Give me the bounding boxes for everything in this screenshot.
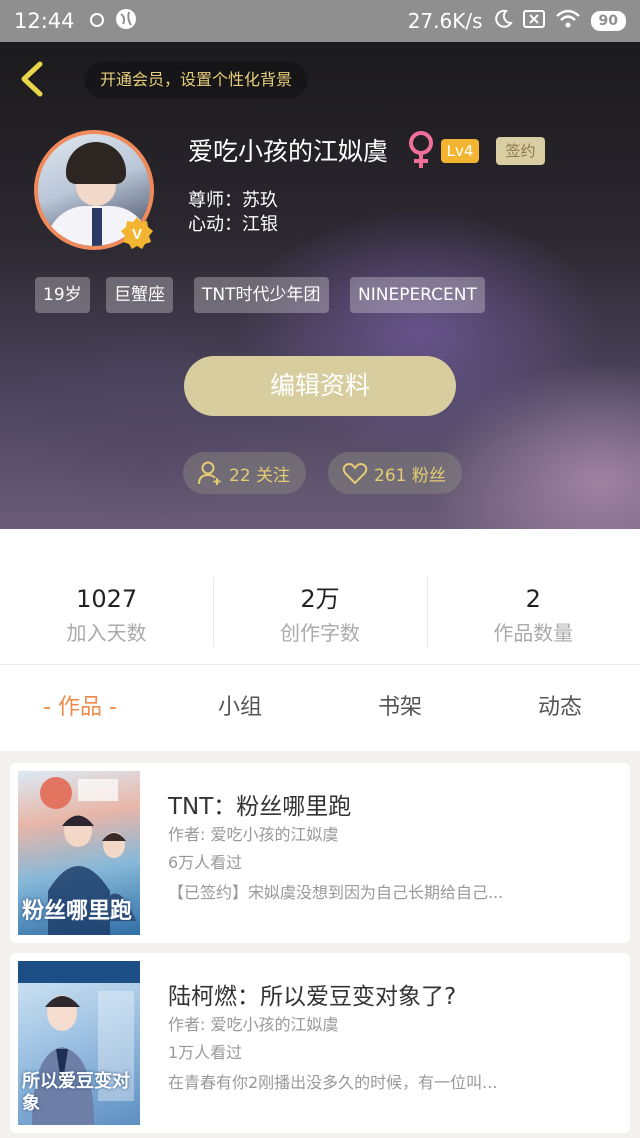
chevron-left-icon	[21, 61, 43, 97]
stats-row: 1027 加入天数 2万 创作字数 2 作品数量	[0, 529, 640, 665]
tag-group: TNT时代少年团	[194, 277, 329, 313]
stat-label: 加入天数	[66, 621, 147, 645]
stat-value: 2万	[300, 585, 340, 613]
verified-badge-icon: V	[120, 216, 154, 250]
svg-text:V: V	[132, 226, 142, 243]
works-list: 粉丝哪里跑 TNT：粉丝哪里跑 作者: 爱吃小孩的江姒虞 6万人看过 【已签约】…	[0, 751, 640, 1138]
work-author: 作者: 爱吃小孩的江姒虞	[168, 825, 339, 844]
level-badge: Lv4	[441, 139, 479, 163]
notification-icon	[89, 9, 105, 33]
cover-title: 所以爱豆变对象	[22, 1071, 130, 1114]
network-speed: 27.6K/s	[407, 9, 483, 33]
tab-activity[interactable]: 动态	[480, 665, 640, 751]
globe-icon	[115, 8, 137, 35]
tab-bar: - 作品 - 小组 书架 动态	[0, 665, 640, 751]
tag-zodiac: 巨蟹座	[106, 277, 173, 313]
work-card[interactable]: 所以爱豆变对象 陆柯燃：所以爱豆变对象了? 作者: 爱吃小孩的江姒虞 1万人看过…	[10, 953, 630, 1133]
sim-icon	[522, 9, 545, 33]
vip-banner[interactable]: 开通会员，设置个性化背景	[84, 62, 309, 98]
stat-word-count: 2万 创作字数	[213, 529, 426, 664]
work-title[interactable]: TNT：粉丝哪里跑	[168, 787, 351, 821]
status-bar: 12:44 27.6K/s 90	[0, 0, 640, 42]
book-cover[interactable]: 所以爱豆变对象	[18, 961, 140, 1125]
stat-label: 作品数量	[493, 621, 574, 645]
heart-icon	[342, 463, 368, 485]
moon-icon	[493, 9, 513, 34]
battery-indicator: 90	[590, 11, 626, 31]
stat-value: 1027	[76, 585, 138, 613]
add-user-icon	[198, 461, 221, 485]
tab-groups[interactable]: 小组	[160, 665, 320, 751]
work-views: 1万人看过	[168, 1043, 243, 1062]
crush-line: 心动：江银	[188, 214, 278, 235]
tag-group-2: NINEPERCENT	[350, 277, 485, 313]
back-button[interactable]	[14, 60, 52, 98]
cover-title: 粉丝哪里跑	[22, 899, 133, 924]
stat-label: 创作字数	[279, 621, 360, 645]
tab-bookshelf[interactable]: 书架	[320, 665, 480, 751]
profile-header: 开通会员，设置个性化背景 V 爱吃小孩的江姒虞 Lv4 签约 尊师：苏玖 心动：…	[0, 42, 640, 529]
work-author: 作者: 爱吃小孩的江姒虞	[168, 1015, 339, 1034]
stat-work-count: 2 作品数量	[426, 529, 640, 664]
wifi-icon	[555, 9, 581, 34]
edit-profile-button[interactable]: 编辑资料	[184, 356, 456, 416]
tab-works[interactable]: - 作品 -	[0, 665, 160, 751]
nickname: 爱吃小孩的江姒虞	[188, 137, 389, 166]
fans-button[interactable]: 261 粉丝	[328, 452, 462, 494]
signed-badge: 签约	[496, 137, 545, 165]
work-title[interactable]: 陆柯燃：所以爱豆变对象了?	[168, 977, 456, 1011]
work-description: 在青春有你2刚播出没多久的时候，有一位叫...	[168, 1073, 498, 1092]
female-icon	[404, 130, 438, 170]
tag-age: 19岁	[35, 277, 90, 313]
stat-value: 2	[525, 585, 541, 613]
book-cover[interactable]: 粉丝哪里跑	[18, 771, 140, 935]
follow-button[interactable]: 22 关注	[183, 452, 307, 494]
fans-count: 261 粉丝	[374, 465, 446, 486]
work-views: 6万人看过	[168, 853, 243, 872]
stat-join-days: 1027 加入天数	[0, 529, 213, 664]
follow-count: 22 关注	[229, 465, 291, 486]
mentor-line: 尊师：苏玖	[188, 190, 278, 211]
work-description: 【已签约】宋姒虞没想到因为自己长期给自己...	[168, 883, 504, 902]
work-card[interactable]: 粉丝哪里跑 TNT：粉丝哪里跑 作者: 爱吃小孩的江姒虞 6万人看过 【已签约】…	[10, 763, 630, 943]
status-time: 12:44	[14, 9, 75, 33]
